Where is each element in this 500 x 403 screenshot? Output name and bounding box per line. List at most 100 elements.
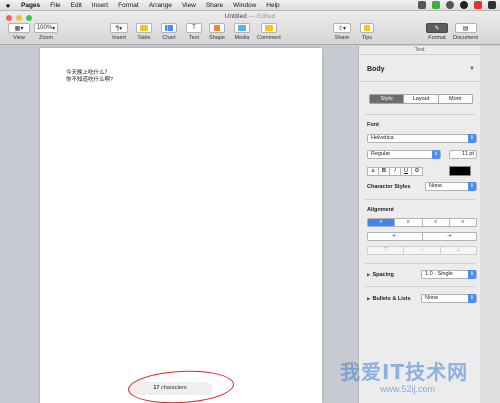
comment-label: Comment bbox=[257, 35, 281, 41]
flag-icon[interactable] bbox=[474, 1, 482, 9]
media-button[interactable]: Media bbox=[234, 23, 250, 41]
chart-button[interactable]: Chart bbox=[161, 23, 177, 41]
window-toolbar: Untitled — Edited ▦▾ View 100% ▾ Zoom ¶▾ … bbox=[0, 11, 500, 45]
chevron-updown-icon: ⇕ bbox=[468, 294, 476, 303]
view-label: View bbox=[13, 35, 25, 41]
wechat-icon[interactable] bbox=[432, 1, 440, 9]
menu-insert[interactable]: Insert bbox=[87, 2, 113, 9]
document-page[interactable]: 今天晚上吃什么？ 你不知道吃什么啊? bbox=[40, 48, 322, 403]
font-size-field[interactable]: 11 pt bbox=[449, 150, 477, 159]
document-icon: ▤ bbox=[454, 23, 477, 33]
menu-help[interactable]: Help bbox=[261, 2, 284, 9]
divider bbox=[365, 263, 475, 264]
tips-button[interactable]: Tips bbox=[360, 23, 374, 41]
text-line[interactable]: 今天晚上吃什么？ bbox=[66, 70, 113, 77]
zoom-label: Zoom bbox=[38, 35, 54, 41]
tab-layout[interactable]: Layout bbox=[404, 95, 439, 103]
increase-indent-button[interactable]: ⇥ bbox=[423, 233, 477, 240]
bullets-select[interactable]: None ⇕ bbox=[421, 294, 477, 303]
text-label: Text bbox=[188, 35, 200, 41]
table-button[interactable]: Table bbox=[136, 23, 152, 41]
share-button[interactable]: ⇧▾ Share bbox=[333, 23, 351, 41]
align-top-button[interactable]: ⊤ bbox=[368, 247, 405, 254]
tab-more[interactable]: More bbox=[439, 95, 472, 103]
shape-icon bbox=[209, 23, 225, 33]
tab-style[interactable]: Style bbox=[370, 95, 405, 103]
chart-label: Chart bbox=[162, 35, 176, 41]
comment-icon bbox=[260, 23, 277, 33]
inspector-header: Text bbox=[359, 46, 480, 55]
indent-buttons: ⇤ ⇥ bbox=[367, 232, 477, 241]
paragraph-style-name: Body bbox=[367, 66, 385, 73]
watermark-url: www.52ij.com bbox=[380, 384, 436, 394]
align-right-button[interactable]: ≡ bbox=[423, 219, 450, 226]
font-size-value: 11 pt bbox=[462, 151, 474, 157]
document-name: Untitled bbox=[224, 13, 247, 20]
decrease-indent-button[interactable]: ⇤ bbox=[368, 233, 423, 240]
shape-button[interactable]: Shape bbox=[209, 23, 225, 41]
spacing-select[interactable]: 1.0 - Single ⇕ bbox=[421, 270, 477, 279]
menu-window[interactable]: Window bbox=[228, 2, 261, 9]
chevron-updown-icon: ⇕ bbox=[468, 134, 476, 143]
share-label: Share bbox=[334, 35, 350, 41]
document-button[interactable]: ▤ Document bbox=[453, 23, 478, 41]
text-format-buttons: a B I U ⚙ bbox=[367, 167, 423, 176]
menu-bar: ● Pages File Edit Insert Format Arrange … bbox=[0, 0, 500, 11]
media-icon bbox=[234, 23, 250, 33]
media-label: Media bbox=[234, 35, 250, 41]
divider bbox=[365, 199, 475, 200]
wifi-icon[interactable] bbox=[488, 1, 496, 9]
comment-button[interactable]: Comment bbox=[257, 23, 281, 41]
text-color-well[interactable] bbox=[449, 166, 471, 176]
bullets-value: None bbox=[425, 295, 439, 301]
menu-arrange[interactable]: Arrange bbox=[144, 2, 177, 9]
alignment-buttons: ≡ ≡ ≡ ≡ bbox=[367, 218, 477, 227]
bullets-disclosure[interactable]: ▶ Bullets & Lists bbox=[367, 296, 411, 302]
qq-icon[interactable] bbox=[460, 1, 468, 9]
watermark: 我爱IT技术网 www.52ij.com bbox=[300, 330, 500, 403]
font-style-select[interactable]: Regular ⇕ bbox=[367, 150, 441, 159]
gear-icon[interactable]: ⚙ bbox=[411, 167, 423, 176]
font-section-title: Font bbox=[367, 122, 379, 128]
status-app-icon[interactable] bbox=[418, 1, 426, 9]
spacing-value: 1.0 - Single bbox=[425, 271, 453, 277]
menu-edit[interactable]: Edit bbox=[66, 2, 87, 9]
menu-pages[interactable]: Pages bbox=[16, 2, 45, 9]
edited-status: — Edited bbox=[248, 13, 276, 20]
bullets-label: Bullets & Lists bbox=[372, 296, 411, 302]
vertical-alignment-buttons: ⊤ ↕ ⊥ bbox=[367, 246, 477, 255]
text-line[interactable]: 你不知道吃什么啊? bbox=[66, 77, 113, 84]
paragraph-icon: ¶▾ bbox=[110, 23, 128, 33]
menu-view[interactable]: View bbox=[177, 2, 201, 9]
chevron-updown-icon: ⇕ bbox=[468, 270, 476, 279]
share-icon: ⇧▾ bbox=[333, 23, 351, 33]
character-styles-label: Character Styles bbox=[367, 184, 411, 190]
apple-menu-icon[interactable]: ● bbox=[0, 1, 16, 10]
spacing-disclosure[interactable]: ▶ Spacing bbox=[367, 272, 394, 278]
character-styles-value: None bbox=[429, 183, 443, 189]
body-text[interactable]: 今天晚上吃什么？ 你不知道吃什么啊? bbox=[66, 70, 113, 84]
menu-format[interactable]: Format bbox=[113, 2, 144, 9]
align-left-button[interactable]: ≡ bbox=[368, 219, 396, 226]
menu-share[interactable]: Share bbox=[201, 2, 228, 9]
format-button[interactable]: ✎ Format bbox=[426, 23, 448, 41]
chevron-updown-icon: ⇕ bbox=[468, 182, 476, 191]
text-button[interactable]: T Text bbox=[186, 23, 202, 41]
font-family-select[interactable]: Helvetica ⇕ bbox=[367, 134, 477, 143]
paintbrush-icon: ✎ bbox=[426, 23, 448, 33]
insert-button[interactable]: ¶▾ Insert bbox=[110, 23, 128, 41]
zoom-menu[interactable]: 100% ▾ Zoom bbox=[34, 23, 58, 41]
character-styles-select[interactable]: None ⇕ bbox=[425, 182, 477, 191]
insert-label: Insert bbox=[112, 35, 126, 41]
disclosure-triangle-icon: ▶ bbox=[367, 296, 371, 301]
align-justify-button[interactable]: ≡ bbox=[450, 219, 476, 226]
font-family-value: Helvetica bbox=[371, 135, 394, 141]
align-center-button[interactable]: ≡ bbox=[395, 219, 423, 226]
align-middle-button[interactable]: ↕ bbox=[404, 247, 441, 254]
tips-label: Tips bbox=[361, 35, 373, 41]
globe-icon[interactable] bbox=[446, 1, 454, 9]
menu-file[interactable]: File bbox=[45, 2, 65, 9]
paragraph-style-menu[interactable]: Body ▼ bbox=[359, 55, 481, 82]
view-button[interactable]: ▦▾ View bbox=[8, 23, 30, 41]
align-bottom-button[interactable]: ⊥ bbox=[441, 247, 476, 254]
